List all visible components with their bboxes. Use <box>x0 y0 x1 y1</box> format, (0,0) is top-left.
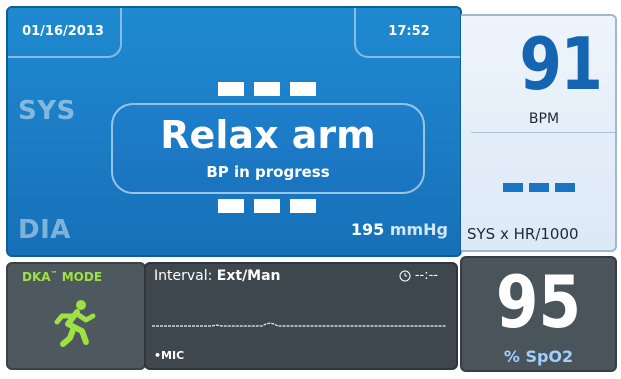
dash <box>218 199 244 213</box>
dash <box>218 82 244 96</box>
dia-label: DIA <box>18 215 71 245</box>
dash <box>503 183 523 192</box>
spo2-value: 95 <box>495 260 582 344</box>
dash <box>555 183 575 192</box>
monitor-screen: 01/16/2013 17:52 SYS DIA Relax arm BP in… <box>0 0 621 379</box>
trademark: ™ <box>50 270 58 278</box>
dia-value-placeholder <box>218 199 316 213</box>
mode-text: MODE <box>57 270 103 284</box>
cuff-pressure: 195 mmHg <box>351 220 448 239</box>
runner-icon <box>54 300 96 347</box>
dash <box>290 82 316 96</box>
dka-text: DKA <box>22 270 51 284</box>
pressure-waveform <box>152 322 446 327</box>
heart-rate-value: 91 <box>519 22 602 106</box>
spo2-unit: % SpO2 <box>503 347 574 366</box>
dash <box>529 183 549 192</box>
cuff-pressure-value: 195 <box>350 220 385 239</box>
status-subtitle: BP in progress <box>206 163 330 181</box>
heart-rate-panel[interactable]: 91 BPM SYS x HR/1000 <box>461 14 617 252</box>
interval-panel[interactable]: Interval: Ext/Man --:-- •MIC <box>144 262 458 370</box>
rate-pressure-label: SYS x HR/1000 <box>467 225 579 243</box>
bp-panel: 01/16/2013 17:52 SYS DIA Relax arm BP in… <box>6 6 462 257</box>
interval-label: Interval: <box>154 268 217 284</box>
status-title: Relax arm <box>160 113 376 157</box>
sys-label: SYS <box>18 96 76 126</box>
mic-label: •MIC <box>154 349 185 362</box>
dash <box>290 199 316 213</box>
divider <box>471 132 615 133</box>
date-display[interactable]: 01/16/2013 <box>8 8 122 58</box>
interval-timer: --:-- <box>399 268 438 283</box>
interval-value: Ext/Man <box>216 268 281 284</box>
rate-pressure-placeholder <box>503 183 575 192</box>
heart-rate-unit: BPM <box>528 111 560 127</box>
time-display[interactable]: 17:52 <box>354 8 460 58</box>
timer-value: --:-- <box>414 268 438 283</box>
dka-mode-label: DKA™ MODE <box>22 270 102 284</box>
sys-value-placeholder <box>218 82 316 96</box>
interval-setting: Interval: Ext/Man <box>154 268 281 284</box>
cuff-pressure-unit: mmHg <box>389 220 448 239</box>
bp-status-message: Relax arm BP in progress <box>111 103 425 194</box>
dash <box>254 199 280 213</box>
dka-mode-button[interactable]: DKA™ MODE <box>6 262 146 370</box>
dash <box>254 82 280 96</box>
clock-icon <box>399 270 411 281</box>
spo2-panel[interactable]: 95 % SpO2 <box>460 256 617 372</box>
